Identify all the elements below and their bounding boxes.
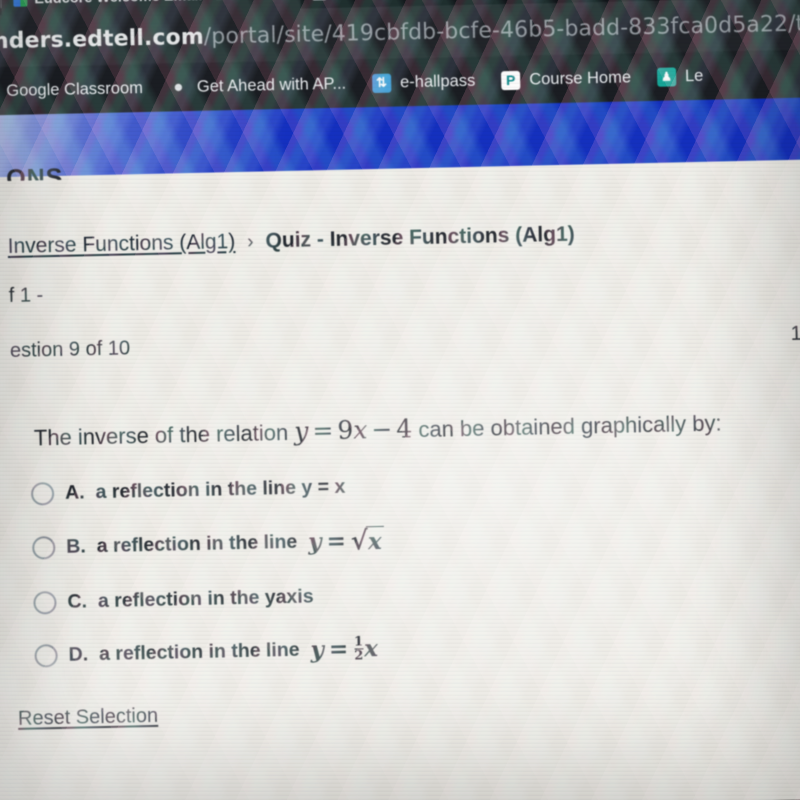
points-label: 10 P [790,322,800,345]
option-equation-fraction: y = 1 2 x [310,634,379,664]
bookmark-google-classroom[interactable]: ♟ Google Classroom [0,79,143,102]
bookmark-label: e-hallpass [399,71,476,91]
option-text: a reflection in the line [98,638,300,666]
option-text: a reflection in the line y = x [95,475,346,503]
question-equation: y = 9x −4 [293,414,413,446]
course-home-icon: P [501,70,521,90]
option-letter: A. [64,481,85,504]
browser-chrome: Eudcore Welcome Email - DOSM ✕ TL Edtell… [0,0,800,116]
reset-selection-link[interactable]: Reset Selection [18,705,159,730]
url-host: unders.edtell.com [0,24,205,55]
acorn-icon: ● [173,77,184,97]
option-letter: B. [66,535,87,559]
option-text: a reflection in the yaxis [97,585,314,612]
bookmark-label: Le [684,66,704,85]
reset-selection: Reset Selection [0,679,800,732]
hallpass-icon: ⇅ [371,73,392,93]
option-letter: D. [68,643,89,666]
quiz-page: ONS Inverse Functions (Alg1) › Quiz - In… [0,158,800,800]
question-suffix: can be obtained graphically by: [418,410,722,443]
answer-option-b[interactable]: B. a reflection in the line y = √ x [32,515,800,563]
question-counter: estion 9 of 10 [9,337,131,362]
answer-options: A. a reflection in the line y = x B. a r… [0,436,800,671]
tab-title: Edtell Sakai : Algebra I - fcSU22- [333,0,556,1]
tab-title: Eudcore Welcome Email - DOSM [34,0,259,7]
radio-button-a[interactable] [30,481,55,506]
option-text: a reflection in the line [96,531,298,558]
bookmark-learning[interactable]: ♟ Le [656,66,704,87]
clipped-page-heading: ONS [5,163,64,182]
mail-icon [13,0,28,7]
address-bar[interactable]: unders.edtell.com/portal/site/419cbfdb-b… [0,10,800,54]
question-text: The inverse of the relation y = 9x −4 can b… [0,344,800,455]
answer-option-d[interactable]: D. a reflection in the line y = 1 2 x [34,624,800,670]
answer-option-c[interactable]: C. a reflection in the yaxis [33,573,800,615]
radio-button-d[interactable] [34,644,58,668]
bookmark-e-hallpass[interactable]: ⇅ e-hallpass [371,71,476,93]
close-icon[interactable]: ✕ [276,0,289,3]
bookmark-course-home[interactable]: P Course Home [501,68,631,90]
url-path: /portal/site/419cbfdb-bcfe-46b5-badd-833… [203,10,800,50]
bookmark-label: Google Classroom [6,78,144,100]
radio-button-c[interactable] [33,590,57,615]
breadcrumb-link-inverse-functions[interactable]: Inverse Functions (Alg1) [7,230,235,259]
person-icon: ♟ [656,66,677,87]
radio-button-b[interactable] [32,536,56,560]
bookmark-label: Get Ahead with AP... [196,74,347,96]
question-prefix: The inverse of the relation [33,419,289,451]
answer-option-a[interactable]: A. a reflection in the line y = x [30,464,800,506]
bookmark-label: Course Home [529,67,632,89]
bookmark-get-ahead-with-ap[interactable]: ● Get Ahead with AP... [169,74,347,97]
chevron-right-icon: › [247,231,254,253]
option-letter: C. [67,590,88,613]
option-equation-sqrt: y = √ x [308,526,385,558]
